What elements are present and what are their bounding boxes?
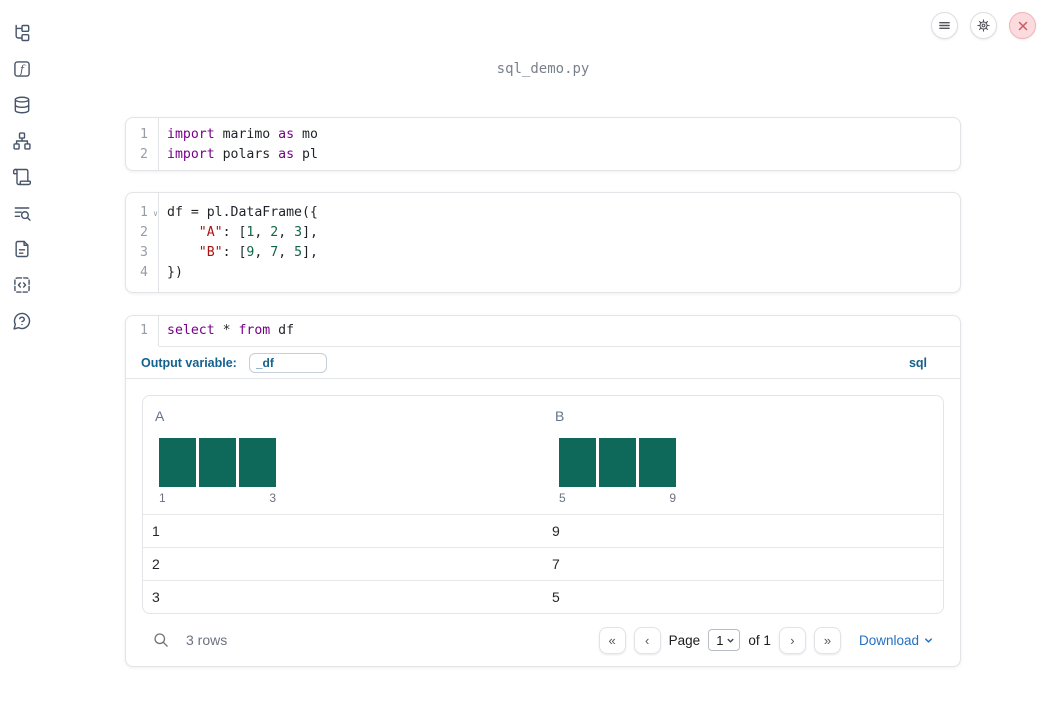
code-cell-dataframe: 1 ∨ 2 3 4 df = pl.DataFrame({ "A": [1, 2, 3]… <box>125 192 961 293</box>
chevron-down-icon <box>727 638 735 643</box>
code-line: import marimo as mo <box>167 127 318 142</box>
table-cell: 7 <box>552 556 560 572</box>
search-icon[interactable] <box>152 631 170 649</box>
table-cell: 5 <box>552 589 560 605</box>
page-of-label: of 1 <box>748 632 771 648</box>
window-controls <box>931 12 1036 39</box>
code-content[interactable]: df = pl.DataFrame({ "A": [1, 2, 3], "B":… <box>159 193 326 292</box>
axis-max-label: 9 <box>669 491 676 505</box>
menu-button[interactable] <box>931 12 958 39</box>
table-cell: 1 <box>152 523 160 539</box>
output-variable-input[interactable] <box>248 352 327 373</box>
table-row: 35 <box>143 580 943 613</box>
code-line: "A": [1, 2, 3], <box>198 225 318 240</box>
histogram-bar <box>199 438 236 487</box>
line-number-gutter: 1 <box>126 316 159 346</box>
database-icon[interactable] <box>12 95 32 115</box>
table-cell: 2 <box>152 556 160 572</box>
line-number-gutter: 12 <box>126 118 159 170</box>
axis-min-label: 1 <box>159 491 166 505</box>
cell-output: A 1 3 B 5 9 1 9 2 7 3 5 3 rows « ‹ Page … <box>126 379 960 666</box>
column-header-a[interactable]: A 1 3 <box>143 396 543 514</box>
code-line: import polars as pl <box>167 147 318 162</box>
table-body: 192735 <box>143 514 943 613</box>
table-cell: 9 <box>552 523 560 539</box>
language-badge: sql <box>908 355 927 370</box>
column-name: A <box>155 408 165 424</box>
download-button[interactable]: Download <box>859 633 934 648</box>
code-line: select * from df <box>167 323 295 338</box>
output-variable-bar: Output variable: sql <box>126 347 960 378</box>
list-search-icon[interactable] <box>12 203 32 223</box>
code-cell-imports: 12 import marimo as mo import polars as p… <box>125 117 961 171</box>
line-number: 1 <box>140 323 148 338</box>
page-select-value: 1 <box>716 632 724 648</box>
line-number: 1 <box>140 127 148 142</box>
line-number: 2 <box>140 147 148 162</box>
prev-page-button[interactable]: ‹ <box>633 626 661 654</box>
sql-editor[interactable]: 1 select * from df <box>126 316 960 346</box>
code-content[interactable]: select * from df <box>159 316 302 346</box>
axis-max-label: 3 <box>269 491 276 505</box>
table-row: 27 <box>143 547 943 580</box>
table-row: 19 <box>143 514 943 547</box>
table-cell: 3 <box>152 589 160 605</box>
line-number: 3 <box>140 245 148 260</box>
column-header-b[interactable]: B 5 9 <box>543 396 943 514</box>
file-tree-icon[interactable] <box>12 23 32 43</box>
hamburger-icon <box>939 22 950 29</box>
code-snippet-icon[interactable] <box>12 275 32 295</box>
last-page-button[interactable]: » <box>813 626 841 654</box>
chevron-down-icon <box>925 637 932 643</box>
panel-sidebar: f <box>0 0 44 713</box>
line-number: 2 <box>140 225 148 240</box>
column-name: B <box>555 408 565 424</box>
function-square-icon[interactable]: f <box>12 59 32 79</box>
code-line: "B": [9, 7, 5], <box>198 245 318 260</box>
page-select[interactable]: 1 <box>708 629 741 651</box>
download-label: Download <box>858 632 919 648</box>
help-bubble-icon[interactable] <box>12 311 32 331</box>
histogram-bar <box>559 438 596 487</box>
histogram-bar <box>159 438 196 487</box>
code-line: }) <box>167 265 183 280</box>
column-histogram: 1 3 <box>159 438 276 506</box>
code-editor[interactable]: 1 ∨ 2 3 4 df = pl.DataFrame({ "A": [1, 2, 3]… <box>126 193 960 292</box>
dataframe-table: A 1 3 B 5 9 1 9 2 7 3 5 <box>142 395 944 614</box>
line-number-gutter: 1 ∨ 2 3 4 <box>126 193 159 292</box>
first-page-button[interactable]: « <box>598 626 626 654</box>
histogram-bar <box>639 438 676 487</box>
line-number: 4 <box>140 265 148 280</box>
document-icon[interactable] <box>12 239 32 259</box>
scroll-icon[interactable] <box>12 167 32 187</box>
pagination: « ‹ Page 1 of 1 › » Download <box>598 626 934 654</box>
fold-chevron-icon[interactable]: ∨ <box>153 204 158 224</box>
table-header: A 1 3 B 5 9 <box>143 396 943 514</box>
table-footer: 3 rows « ‹ Page 1 of 1 › » Download <box>142 614 944 666</box>
histogram-bar <box>599 438 636 487</box>
column-histogram: 5 9 <box>559 438 676 506</box>
line-number: 1 ∨ <box>126 203 158 223</box>
shutdown-button[interactable] <box>1009 12 1036 39</box>
settings-button[interactable] <box>970 12 997 39</box>
code-editor[interactable]: 12 import marimo as mo import polars as p… <box>126 118 960 170</box>
histogram-bar <box>239 438 276 487</box>
dependency-graph-icon[interactable] <box>12 131 32 151</box>
gear-icon <box>977 19 990 32</box>
row-count: 3 rows <box>186 632 228 648</box>
sql-cell: 1 select * from df Output variable: sql … <box>125 315 961 667</box>
output-variable-label: Output variable: <box>141 355 237 370</box>
next-page-button[interactable]: › <box>778 626 806 654</box>
notebook-filename[interactable]: sql_demo.py <box>125 61 961 77</box>
close-icon <box>1018 21 1027 30</box>
axis-min-label: 5 <box>559 491 566 505</box>
svg-text:f: f <box>19 63 26 76</box>
code-content[interactable]: import marimo as mo import polars as pl <box>159 118 326 170</box>
page-label: Page <box>668 632 701 648</box>
code-line: df = pl.DataFrame({ <box>167 205 318 220</box>
